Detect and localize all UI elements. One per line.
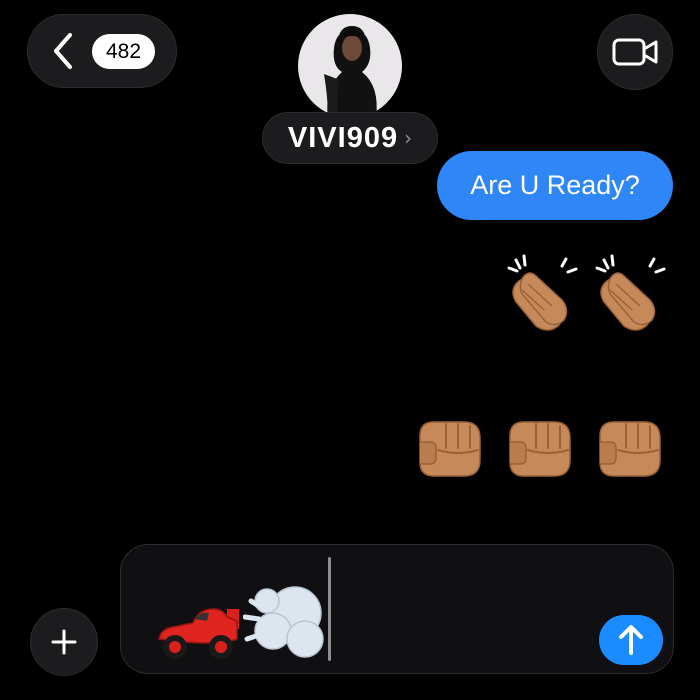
emoji-message-claps[interactable] <box>502 254 670 334</box>
video-camera-icon <box>612 38 658 66</box>
contact-name-button[interactable]: VIVI909 › <box>262 112 438 164</box>
add-attachment-button[interactable] <box>30 608 98 676</box>
oncoming-fist-icon <box>410 408 490 488</box>
avatar-photo <box>298 14 402 118</box>
text-cursor <box>328 557 331 661</box>
emoji-message-fists[interactable] <box>410 408 670 488</box>
oncoming-fist-icon <box>590 408 670 488</box>
dashing-away-icon <box>243 586 324 658</box>
back-button[interactable]: 482 <box>27 14 177 88</box>
video-call-button[interactable] <box>597 14 673 90</box>
message-input[interactable] <box>120 544 674 674</box>
chevron-left-icon <box>54 33 72 69</box>
clapping-hands-icon <box>590 254 670 334</box>
message-bubble-sent[interactable]: Are U Ready? <box>437 151 673 220</box>
clapping-hands-icon <box>502 254 582 334</box>
contact-name: VIVI909 <box>287 121 399 154</box>
oncoming-fist-icon <box>500 408 580 488</box>
contact-avatar[interactable] <box>298 14 402 118</box>
send-button[interactable] <box>599 615 663 665</box>
unread-count-badge: 482 <box>92 33 156 69</box>
arrow-up-icon <box>619 625 643 655</box>
chevron-right-icon: › <box>404 126 413 150</box>
plus-icon <box>51 629 77 655</box>
racing-car-icon <box>158 608 239 659</box>
